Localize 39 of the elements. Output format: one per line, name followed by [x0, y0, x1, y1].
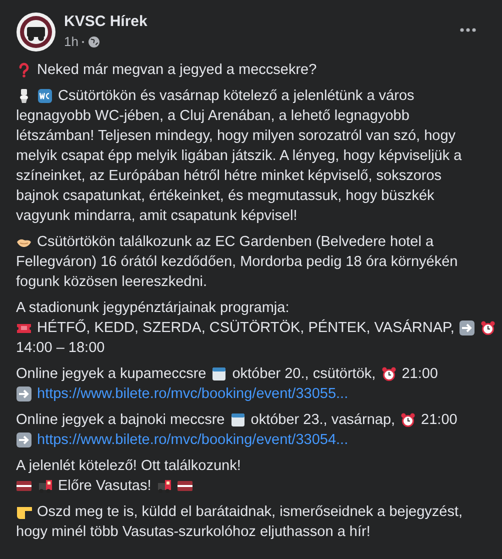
post-text: létszámban! Teljesen mindegy, hogy milyen sorozatról van szó, hogy: [16, 127, 456, 146]
post-text: Előre Vasutas!: [58, 477, 152, 496]
club-logo-icon: [16, 12, 56, 52]
post-text: Online jegyek a bajnoki meccsre: [16, 411, 225, 430]
post-text: fogunk közösen leereszkedni.: [16, 273, 208, 292]
post-text: október 20., csütörtök,: [232, 365, 376, 384]
post-text: legnagyobb WC-jében, a Cluj Arenában, a lehető legnagyobb: [16, 107, 410, 126]
post-text: Fellegváron) 16 órától kezdődően, Mordorba pedig 18 óra környékén: [16, 253, 458, 272]
post-text: Oszd meg te is, küldd el barátaidnak, ismerőseidnek a bejegyzést,: [37, 503, 463, 522]
flag-icon: [177, 478, 194, 494]
alarm-clock-icon: [480, 320, 496, 336]
booking-link[interactable]: https://www.bilete.ro/mvc/booking/event/33054...: [37, 430, 348, 450]
post-text: A stadionunk jegypénztárjainak programja:: [16, 299, 290, 318]
wc-sign-icon: [37, 88, 53, 104]
post-text: 21:00: [402, 365, 438, 384]
post-text: színeinket, az Európában hétről hétre minket képviselő, sokszoros: [16, 167, 442, 186]
more-icon: [460, 28, 476, 32]
post-text: A jelenlét kötelező! Ott találkozunk!: [16, 457, 241, 476]
flag-icon: [16, 478, 32, 494]
calendar-icon: [230, 412, 246, 428]
post-text: 14:00 – 18:00: [16, 339, 105, 358]
post-text: Csütörtökön találkozunk az EC Gardenben (Belvedere hotel a: [37, 233, 434, 252]
post-text: 21:00: [421, 411, 458, 430]
post-text: október 23., vasárnap,: [250, 411, 396, 430]
post-text: Online jegyek a kupameccsre: [16, 365, 206, 384]
booking-link[interactable]: https://www.bilete.ro/mvc/booking/event/33055...: [37, 384, 348, 404]
post-text: bajnok csapatunkat, értékeinket, és megmutassuk, hogy büszkék: [16, 187, 434, 206]
post-time[interactable]: 1h: [64, 32, 78, 52]
calendar-icon: [211, 366, 228, 382]
globe-icon: [88, 36, 100, 48]
page-name[interactable]: KVSC Hírek: [64, 12, 442, 32]
post-text: vagyunk mindarra, amit csapatunk képvisel!: [16, 207, 298, 226]
alarm-clock-icon: [400, 412, 416, 428]
post-text: hogy minél több Vasutas-szurkolóhoz eljuthasson a hír!: [16, 523, 370, 542]
post-text: Csütörtökön és vasárnap kötelező a jelenlétünk a város: [58, 87, 414, 106]
alarm-clock-icon: [380, 366, 397, 382]
post-text: Neked már megvan a jegyed a meccsekre?: [37, 61, 317, 80]
post-text: melyik csapat épp melyik ligában játszik. A lényeg, hogy képviseljük a: [16, 147, 462, 166]
post-text: HÉTFŐ, KEDD, SZERDA, CSÜTÖRTÖK, PÉNTEK, VASÁRNAP,: [37, 318, 454, 338]
